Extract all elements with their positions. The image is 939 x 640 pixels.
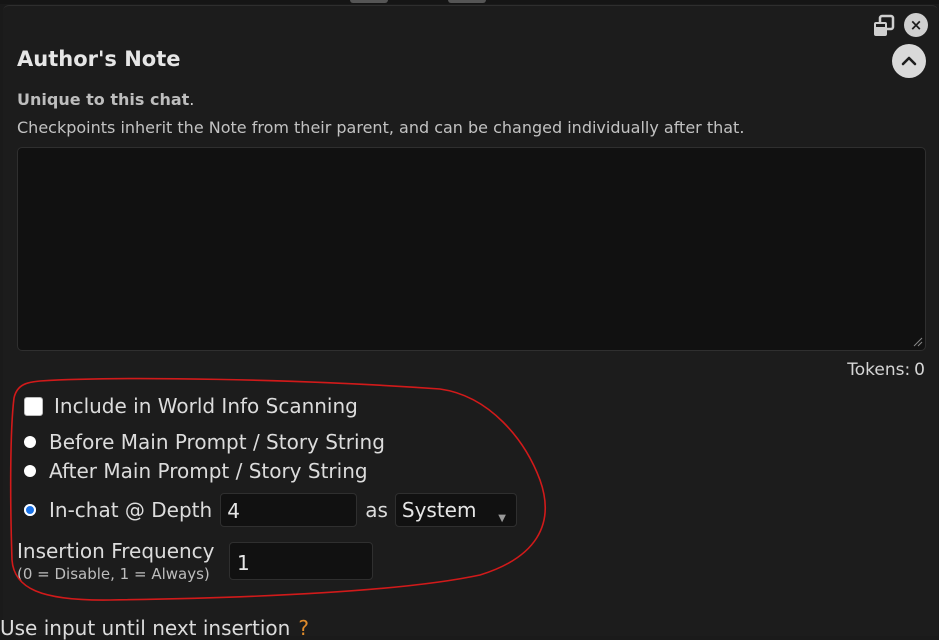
insertion-frequency-label: Insertion Frequency (0 = Disable, 1 = Al… — [17, 539, 215, 583]
position-after-radio[interactable] — [24, 465, 36, 477]
position-before-option[interactable]: Before Main Prompt / Story String — [22, 430, 385, 454]
cutoff-text: Use input until next insertion — [0, 616, 291, 640]
frequency-hint: (0 = Disable, 1 = Always) — [17, 565, 210, 583]
position-after-option[interactable]: After Main Prompt / Story String — [22, 459, 368, 483]
position-inchat-label: In-chat @ Depth — [49, 498, 213, 522]
token-counter: Tokens: 0 — [843, 360, 925, 380]
role-select-value: System — [401, 498, 477, 522]
tokens-value: 0 — [914, 360, 925, 380]
position-before-radio[interactable] — [24, 436, 36, 448]
panel-description: Checkpoints inherit the Note from their … — [17, 118, 745, 137]
include-wi-label: Include in World Info Scanning — [54, 394, 358, 418]
help-icon[interactable]: ? — [298, 616, 309, 640]
position-after-label: After Main Prompt / Story String — [49, 459, 368, 483]
detach-button[interactable] — [872, 14, 896, 38]
collapse-button[interactable] — [892, 44, 926, 78]
insertion-frequency-input[interactable]: 1 — [229, 542, 373, 580]
tokens-label: Tokens: — [847, 360, 911, 380]
unique-bold: Unique to this chat — [17, 90, 190, 109]
chevron-down-icon: ▼ — [498, 513, 506, 524]
frequency-title: Insertion Frequency — [17, 539, 215, 563]
authors-note-textarea[interactable] — [17, 147, 926, 351]
panel-title: Author's Note — [17, 47, 181, 71]
position-inchat-radio[interactable] — [24, 504, 36, 516]
toolbar-edge — [448, 0, 486, 3]
close-button[interactable]: × — [904, 13, 928, 37]
top-strip — [0, 0, 939, 4]
chevron-up-icon — [901, 56, 917, 66]
position-inchat-option[interactable]: In-chat @ Depth 4 as System ▼ — [22, 493, 517, 527]
position-before-label: Before Main Prompt / Story String — [49, 430, 385, 454]
close-icon: × — [909, 16, 923, 34]
detach-icon — [874, 14, 895, 36]
unique-note: Unique to this chat. — [17, 90, 194, 109]
include-wi-checkbox[interactable] — [24, 396, 43, 416]
depth-input[interactable]: 4 — [220, 493, 358, 527]
resize-grip-icon[interactable] — [913, 337, 923, 347]
cutoff-row: Use input until next insertion? — [0, 616, 309, 640]
toolbar-edge — [350, 0, 388, 3]
unique-suffix: . — [189, 90, 195, 109]
include-wi-option[interactable]: Include in World Info Scanning — [24, 394, 358, 418]
as-label: as — [365, 498, 388, 522]
role-select[interactable]: System ▼ — [394, 493, 517, 527]
